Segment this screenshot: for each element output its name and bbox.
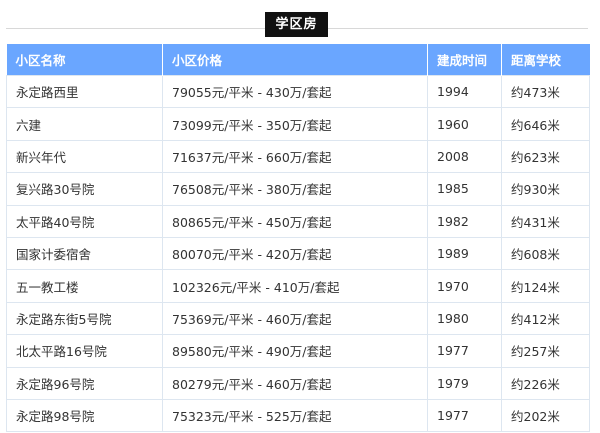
table-row: 五一教工楼 102326元/平米 - 410万/套起 1970 约124米 [6, 269, 590, 303]
build-year-cell: 1989 [427, 236, 502, 271]
distance-cell: 约646米 [501, 107, 590, 141]
header-community-name: 小区名称 [6, 44, 163, 76]
header-build-year: 建成时间 [427, 44, 502, 76]
community-name-cell: 永定路西里 [6, 74, 163, 109]
table-row: 复兴路30号院 76508元/平米 - 380万/套起 1985 约930米 [6, 172, 590, 206]
community-name-cell: 五一教工楼 [6, 269, 163, 303]
section-title-area: 学区房 [0, 0, 600, 37]
build-year-cell: 2008 [427, 139, 502, 174]
distance-cell: 约202米 [501, 398, 590, 433]
distance-cell: 约226米 [501, 366, 590, 400]
community-price-cell: 80279元/平米 - 460万/套起 [162, 366, 428, 400]
table-row: 永定路96号院 80279元/平米 - 460万/套起 1979 约226米 [6, 366, 590, 400]
community-name-cell: 永定路东街5号院 [6, 301, 163, 336]
header-community-price: 小区价格 [162, 44, 428, 76]
table-row: 永定路东街5号院 75369元/平米 - 460万/套起 1980 约412米 [6, 301, 590, 336]
build-year-cell: 1985 [427, 172, 502, 206]
community-price-cell: 75369元/平米 - 460万/套起 [162, 301, 428, 336]
table-row: 新兴年代 71637元/平米 - 660万/套起 2008 约623米 [6, 139, 590, 174]
table-row: 永定路西里 79055元/平米 - 430万/套起 1994 约473米 [6, 74, 590, 109]
community-name-cell: 永定路98号院 [6, 398, 163, 433]
table-row: 太平路40号院 80865元/平米 - 450万/套起 1982 约431米 [6, 204, 590, 238]
community-price-cell: 73099元/平米 - 350万/套起 [162, 107, 428, 141]
community-name-cell: 太平路40号院 [6, 204, 163, 238]
header-distance-to-school: 距离学校 [501, 44, 590, 76]
table-row: 北太平路16号院 89580元/平米 - 490万/套起 1977 约257米 [6, 334, 590, 368]
table-body: 永定路西里 79055元/平米 - 430万/套起 1994 约473米 六建 73099… [6, 74, 590, 433]
section-title: 学区房 [265, 12, 328, 37]
community-name-cell: 北太平路16号院 [6, 334, 163, 368]
build-year-cell: 1977 [427, 334, 502, 368]
table-row: 六建 73099元/平米 - 350万/套起 1960 约646米 [6, 107, 590, 141]
community-price-cell: 102326元/平米 - 410万/套起 [162, 269, 428, 303]
community-price-cell: 80865元/平米 - 450万/套起 [162, 204, 428, 238]
community-name-cell: 新兴年代 [6, 139, 163, 174]
build-year-cell: 1994 [427, 74, 502, 109]
build-year-cell: 1977 [427, 398, 502, 433]
community-name-cell: 复兴路30号院 [6, 172, 163, 206]
table-row: 永定路98号院 75323元/平米 - 525万/套起 1977 约202米 [6, 398, 590, 433]
community-price-cell: 76508元/平米 - 380万/套起 [162, 172, 428, 206]
distance-cell: 约608米 [501, 236, 590, 271]
distance-cell: 约124米 [501, 269, 590, 303]
community-name-cell: 永定路96号院 [6, 366, 163, 400]
community-price-cell: 75323元/平米 - 525万/套起 [162, 398, 428, 433]
build-year-cell: 1980 [427, 301, 502, 336]
distance-cell: 约623米 [501, 139, 590, 174]
school-district-housing-table: 小区名称 小区价格 建成时间 距离学校 永定路西里 79055元/平米 - 430… [6, 44, 590, 433]
table-row: 国家计委宿舍 80070元/平米 - 420万/套起 1989 约608米 [6, 236, 590, 271]
table-header-row: 小区名称 小区价格 建成时间 距离学校 [6, 44, 590, 76]
distance-cell: 约257米 [501, 334, 590, 368]
community-price-cell: 71637元/平米 - 660万/套起 [162, 139, 428, 174]
community-name-cell: 国家计委宿舍 [6, 236, 163, 271]
distance-cell: 约930米 [501, 172, 590, 206]
distance-cell: 约473米 [501, 74, 590, 109]
build-year-cell: 1970 [427, 269, 502, 303]
build-year-cell: 1960 [427, 107, 502, 141]
community-price-cell: 89580元/平米 - 490万/套起 [162, 334, 428, 368]
build-year-cell: 1979 [427, 366, 502, 400]
distance-cell: 约431米 [501, 204, 590, 238]
community-price-cell: 79055元/平米 - 430万/套起 [162, 74, 428, 109]
community-name-cell: 六建 [6, 107, 163, 141]
distance-cell: 约412米 [501, 301, 590, 336]
build-year-cell: 1982 [427, 204, 502, 238]
community-price-cell: 80070元/平米 - 420万/套起 [162, 236, 428, 271]
